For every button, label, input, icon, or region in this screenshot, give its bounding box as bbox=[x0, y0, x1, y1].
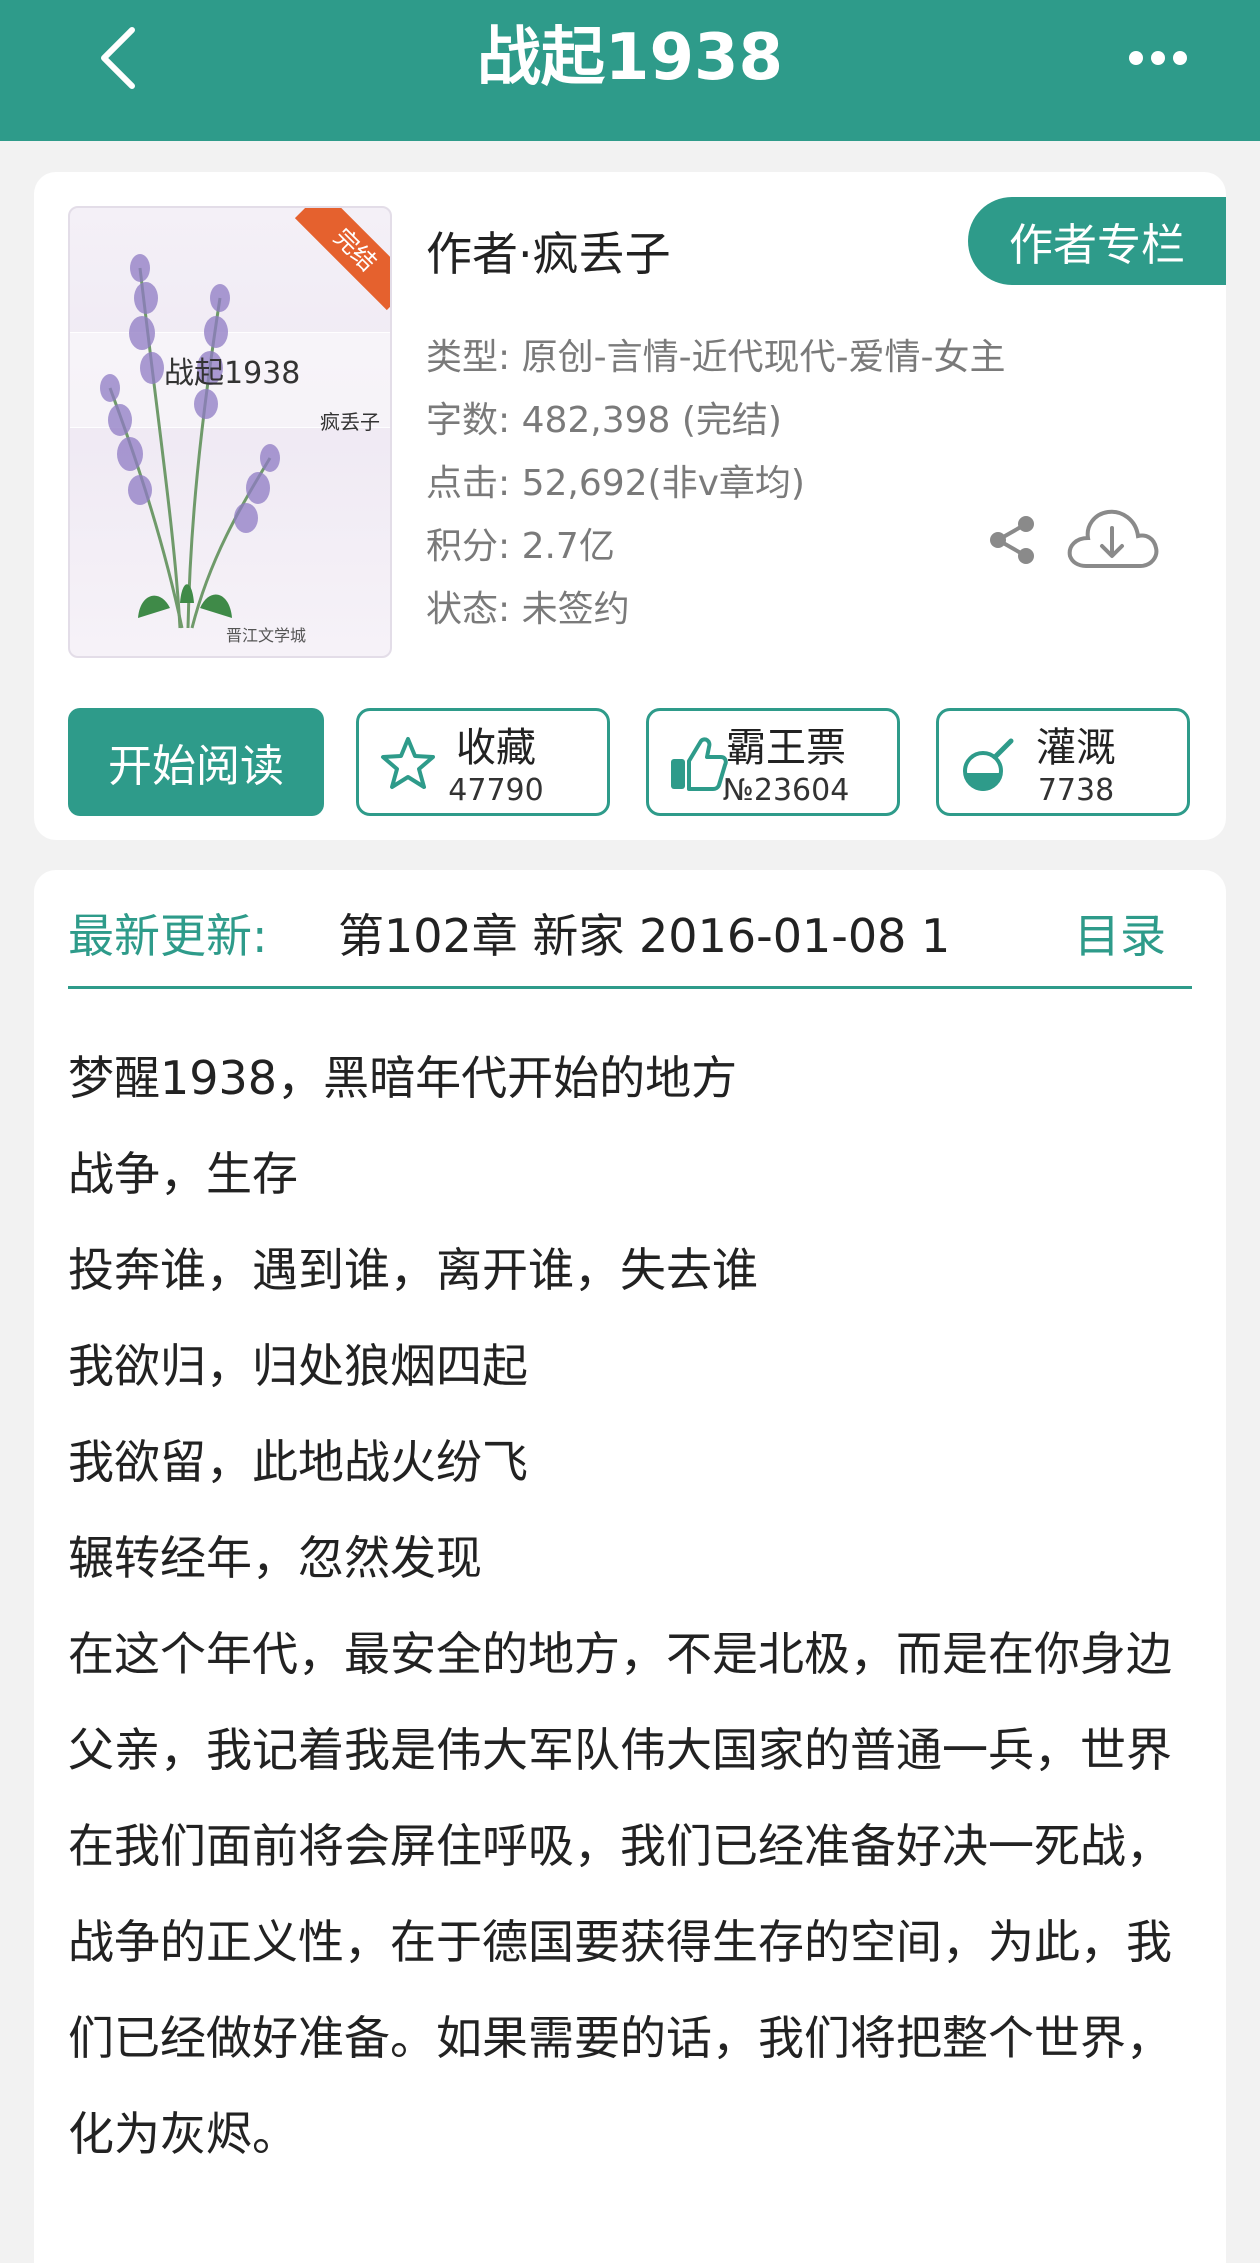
synopsis-line: 辗转经年，忽然发现 bbox=[68, 1531, 482, 1585]
nourish-label: 灌溉 bbox=[1036, 725, 1116, 771]
meta-status: 状态: 未签约 bbox=[426, 589, 630, 630]
synopsis-card: 最新更新: 第102章 新家 2016-01-08 1 目录 梦醒1938，黑暗… bbox=[34, 870, 1226, 2263]
collect-count: 47790 bbox=[448, 773, 544, 808]
nourish-button[interactable]: 灌溉 7738 bbox=[936, 708, 1190, 816]
meta-words: 字数: 482,398 (完结) bbox=[426, 400, 782, 441]
toc-link[interactable]: 目录 bbox=[1074, 900, 1166, 966]
synopsis-line: 我欲留，此地战火纷飞 bbox=[68, 1435, 528, 1489]
latest-chapter-link[interactable]: 第102章 新家 2016-01-08 1 bbox=[338, 900, 1058, 966]
synopsis: 梦醒1938，黑暗年代开始的地方 战争，生存 投奔谁，遇到谁，离开谁，失去谁 我… bbox=[68, 1030, 1198, 2182]
nourish-count: 7738 bbox=[1037, 773, 1115, 808]
latest-update-label: 最新更新: bbox=[68, 909, 268, 963]
meta-score: 积分: 2.7亿 bbox=[426, 526, 615, 567]
meta-clicks: 点击: 52,692(非v章均) bbox=[426, 463, 805, 504]
page-title: 战起1938 bbox=[476, 21, 784, 95]
synopsis-line: 父亲，我记着我是伟大军队伟大国家的普通一兵，世界在我们面前将会屏住呼吸，我们已经… bbox=[68, 1723, 1172, 2161]
vote-button[interactable]: 霸王票 №23604 bbox=[646, 708, 900, 816]
book-cover[interactable]: 战起1938 疯丢子 完结 晋江文学城 bbox=[68, 206, 392, 658]
top-bar: 战起1938 bbox=[0, 0, 1260, 141]
collect-button[interactable]: 收藏 47790 bbox=[356, 708, 610, 816]
divider bbox=[68, 986, 1192, 989]
publisher-logo: 晋江文学城 bbox=[226, 626, 307, 645]
author-column-button[interactable]: 作者专栏 bbox=[968, 197, 1226, 285]
synopsis-line: 战争，生存 bbox=[68, 1147, 298, 1201]
meta-type: 类型: 原创-言情-近代现代-爱情-女主 bbox=[426, 337, 1006, 378]
synopsis-line: 我欲归，归处狼烟四起 bbox=[68, 1339, 528, 1393]
collect-label: 收藏 bbox=[456, 725, 536, 771]
cover-author: 疯丢子 bbox=[320, 410, 380, 434]
author-name[interactable]: 作者·疯丢子 bbox=[426, 218, 671, 284]
share-icon[interactable] bbox=[984, 512, 1040, 568]
vote-count: №23604 bbox=[722, 773, 850, 808]
start-reading-button[interactable]: 开始阅读 bbox=[68, 708, 324, 816]
synopsis-line: 在这个年代，最安全的地方，不是北极，而是在你身边 bbox=[68, 1627, 1172, 1681]
book-info-card: 战起1938 疯丢子 完结 晋江文学城 作者·疯丢子 作者专栏 类型: 原创-言… bbox=[34, 172, 1226, 840]
more-button[interactable] bbox=[1118, 18, 1198, 98]
more-dots-icon bbox=[1129, 51, 1187, 65]
synopsis-line: 梦醒1938，黑暗年代开始的地方 bbox=[68, 1051, 738, 1105]
cover-title: 战起1938 bbox=[164, 356, 301, 391]
vote-label: 霸王票 bbox=[726, 725, 846, 771]
synopsis-line: 投奔谁，遇到谁，离开谁，失去谁 bbox=[68, 1243, 758, 1297]
cloud-download-icon[interactable] bbox=[1064, 504, 1160, 576]
